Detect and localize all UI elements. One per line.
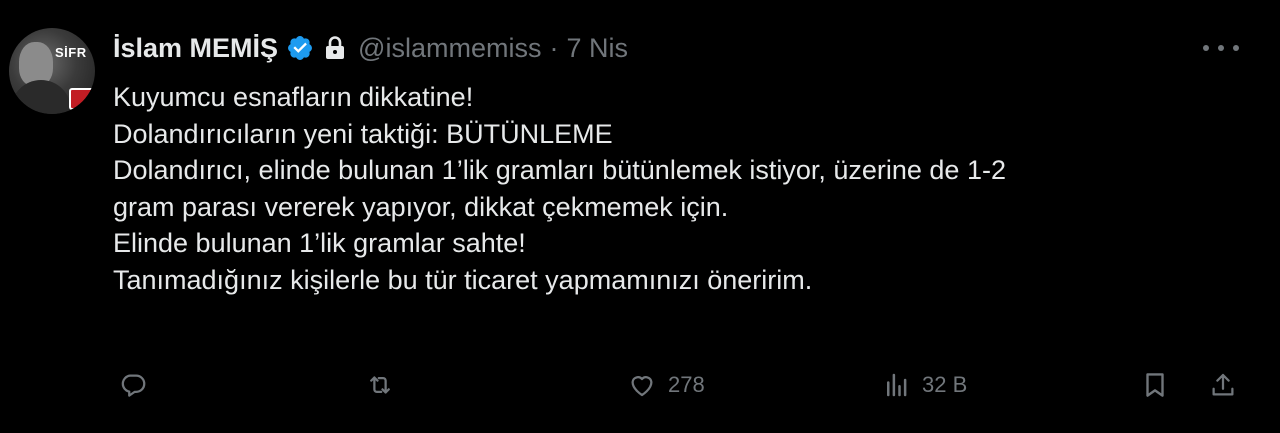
like-button[interactable]: 278 xyxy=(626,363,705,407)
display-name[interactable]: İslam MEMİŞ xyxy=(113,33,278,64)
tweet: SİFR İslam MEMİŞ @islammemiss · 7 Nis Ku… xyxy=(0,0,1280,433)
bookmark-icon xyxy=(1140,369,1170,401)
action-bar: 278 32 B xyxy=(0,363,1280,407)
avatar-logo-text: SİFR xyxy=(55,45,87,60)
views-icon xyxy=(882,370,912,400)
heart-icon xyxy=(626,370,658,400)
avatar-badge xyxy=(69,88,95,110)
separator-dot: · xyxy=(549,32,559,63)
avatar[interactable]: SİFR xyxy=(9,28,95,114)
tweet-line: gram parası vererek yapıyor, dikkat çekm… xyxy=(113,191,729,222)
tweet-header: İslam MEMİŞ @islammemiss · 7 Nis xyxy=(113,26,628,70)
tweet-line: Kuyumcu esnafların dikkatine! xyxy=(113,82,474,112)
tweet-date[interactable]: 7 Nis xyxy=(566,33,628,64)
avatar-body xyxy=(11,80,71,114)
more-options-icon[interactable] xyxy=(1203,34,1239,62)
repost-icon xyxy=(365,370,395,400)
views-count: 32 B xyxy=(922,372,968,397)
bookmark-button[interactable] xyxy=(1140,363,1170,407)
tweet-text: Kuyumcu esnafların dikkatine! Dolandırıc… xyxy=(113,79,1243,298)
more-dot xyxy=(1203,45,1209,51)
share-icon xyxy=(1208,370,1238,400)
lock-icon xyxy=(324,35,346,61)
more-dot xyxy=(1233,45,1239,51)
tweet-line: Dolandırıcı, elinde bulunan 1’lik gramla… xyxy=(113,155,1006,185)
views-button[interactable]: 32 B xyxy=(882,363,967,407)
tweet-line: Elinde bulunan 1’lik gramlar sahte! xyxy=(113,228,526,258)
share-button[interactable] xyxy=(1208,363,1238,407)
repost-button[interactable] xyxy=(365,363,395,407)
reply-icon xyxy=(118,370,148,400)
reply-button[interactable] xyxy=(118,363,148,407)
tweet-line: Tanımadığınız kişilerle bu tür ticaret y… xyxy=(113,264,813,295)
user-handle[interactable]: @islammemiss xyxy=(358,33,541,64)
verified-badge-icon xyxy=(286,34,314,62)
like-count: 278 xyxy=(668,372,705,397)
more-dot xyxy=(1218,45,1224,51)
tweet-line: Dolandırıcıların yeni taktiği: BÜTÜNLEME xyxy=(113,118,613,149)
